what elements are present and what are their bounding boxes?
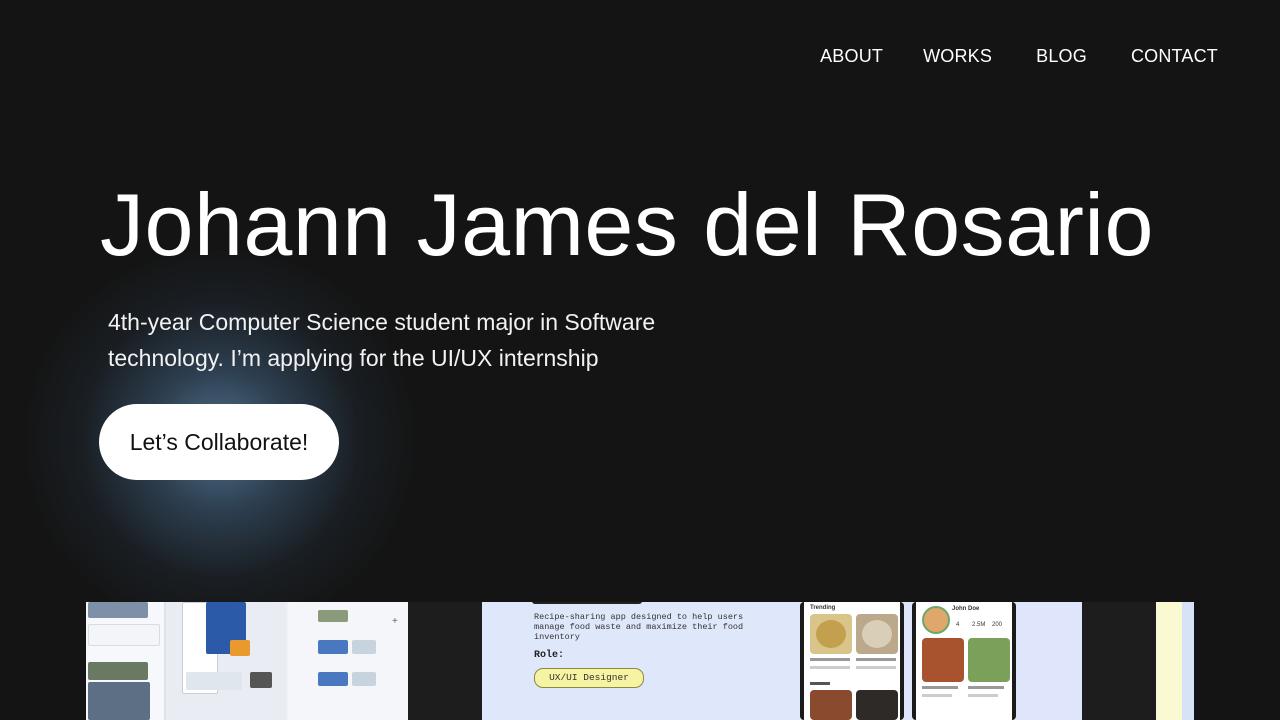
case-study-description: Recipe-sharing app designed to help user… [534,612,744,642]
phone-screen: Trending [804,602,900,720]
card-thumbnail [88,624,160,646]
text-line [810,682,830,685]
works-thumbnail-fragment[interactable] [1182,602,1194,720]
hero-name-heading: Johann James del Rosario [100,175,1154,274]
profile-stat: 2.5M [972,622,986,628]
nav-about-link[interactable]: ABOUT [820,44,883,68]
food-image [856,614,898,654]
collaborate-button[interactable]: Let’s Collaborate! [99,404,339,480]
case-study-role-pill: UX/UI Designer [534,668,644,688]
card-thumbnail [318,672,348,686]
food-image [810,690,852,720]
card-thumbnail [186,672,242,690]
hero-description-line-1: 4th-year Computer Science student major … [108,309,656,335]
food-dish [862,620,892,648]
food-image [922,638,964,682]
card-thumbnail [318,640,348,654]
collage-column [86,602,166,720]
works-thumbnail-recipe-app[interactable]: Recipe-sharing app designed to help user… [482,602,1082,720]
nav-works-link[interactable]: WORKS [923,44,992,68]
text-line [968,686,1004,689]
trending-heading: Trending [810,605,836,611]
text-line [922,694,952,697]
text-line [810,658,850,661]
food-image [810,614,852,654]
works-thumbnail-event[interactable]: + [86,602,408,720]
works-thumbnail-fragment[interactable] [1156,602,1182,720]
photo-thumbnail [318,610,348,622]
phone-screen: John Doe 4 2.5M 200 [916,602,1012,720]
hero-description: 4th-year Computer Science student major … [108,304,748,376]
photo-thumbnail [88,602,148,618]
top-navigation: ABOUT WORKS BLOG CONTACT [820,44,1218,68]
collage-column: + [288,602,408,720]
works-preview-strip[interactable]: + Recipe-sharing app designed to help us… [86,602,1194,720]
plus-icon: + [392,616,398,627]
phone-mockup-profile: John Doe 4 2.5M 200 [912,602,1016,720]
card-thumbnail [352,672,376,686]
profile-stat: 200 [992,622,1003,628]
card-thumbnail [352,640,376,654]
portfolio-page: ABOUT WORKS BLOG CONTACT Johann James de… [0,0,1280,720]
avatar [922,606,950,634]
text-line [810,666,850,669]
phone-mockup-trending: Trending [800,602,904,720]
photo-thumbnail [88,662,148,680]
case-study-role-label: Role: [534,650,565,661]
food-image [968,638,1010,682]
text-line [968,694,998,697]
profile-name: John Doe [952,606,980,612]
case-study-title-fragment [532,602,642,604]
separator-panel [408,602,482,720]
text-line [856,666,896,669]
nav-contact-link[interactable]: CONTACT [1131,44,1218,68]
photo-thumbnail [88,682,150,720]
text-line [922,686,958,689]
collage-column [166,602,286,720]
separator-panel [1082,602,1156,720]
hero-description-line-2: technology. I’m applying for the UI/UX i… [108,345,599,371]
food-dish [816,620,846,648]
text-line [856,658,896,661]
poster-accent [230,640,250,656]
nav-blog-link[interactable]: BLOG [1036,44,1087,68]
qr-thumbnail [250,672,272,688]
food-image [856,690,898,720]
profile-stat: 4 [956,622,960,628]
